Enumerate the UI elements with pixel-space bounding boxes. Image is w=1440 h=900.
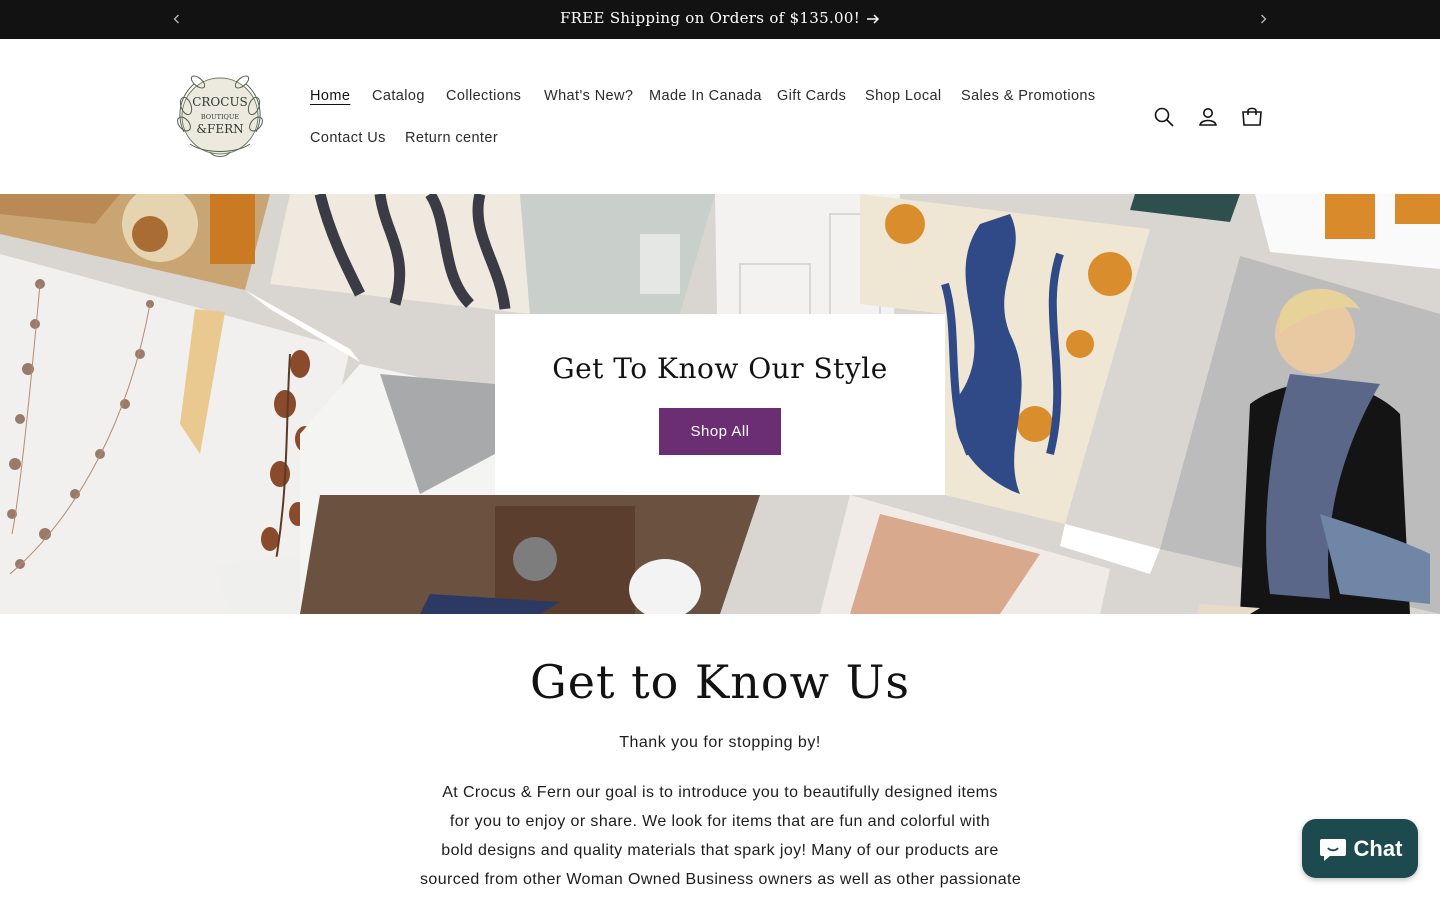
nav-gift-cards[interactable]: Gift Cards bbox=[777, 88, 846, 104]
announcement-next-button[interactable] bbox=[1252, 8, 1274, 30]
nav-return-center[interactable]: Return center bbox=[405, 130, 498, 146]
about-intro: Thank you for stopping by! bbox=[619, 734, 821, 751]
nav-made-in-canada[interactable]: Made In Canada bbox=[649, 88, 762, 104]
chat-label: Chat bbox=[1353, 835, 1403, 861]
hero-card: Get To Know Our Style Shop All bbox=[495, 314, 945, 495]
site-header: CROCUS BOUTIQUE &FERN Home Catalog Colle… bbox=[0, 39, 1440, 194]
logo-text-crocus: CROCUS bbox=[192, 95, 248, 109]
store-logo[interactable]: CROCUS BOUTIQUE &FERN bbox=[170, 72, 270, 160]
logo-text-fern: &FERN bbox=[196, 122, 243, 136]
search-button[interactable] bbox=[1152, 105, 1176, 129]
about-title: Get to Know Us bbox=[530, 655, 910, 709]
announcement-bar: FREE Shipping on Orders of $135.00! bbox=[0, 0, 1440, 39]
nav-contact-us[interactable]: Contact Us bbox=[310, 130, 386, 146]
account-button[interactable] bbox=[1196, 105, 1220, 129]
hero-banner: Get To Know Our Style Shop All bbox=[0, 194, 1440, 614]
hero-title: Get To Know Our Style bbox=[552, 352, 888, 385]
nav-sales-promotions[interactable]: Sales & Promotions bbox=[961, 88, 1096, 104]
chat-bubble-icon bbox=[1319, 838, 1346, 861]
nav-collections[interactable]: Collections bbox=[446, 88, 521, 104]
announcement-text: FREE Shipping on Orders of $135.00! bbox=[559, 9, 861, 27]
arrow-right-icon bbox=[867, 14, 880, 24]
about-line: for you to enjoy or share. We look for i… bbox=[449, 813, 991, 830]
chevron-right-icon bbox=[1261, 14, 1267, 24]
account-icon bbox=[1199, 108, 1217, 126]
cart-icon bbox=[1242, 107, 1262, 126]
about-body: At Crocus & Fern our goal is to introduc… bbox=[420, 778, 1022, 894]
about-line: sourced from other Woman Owned Business … bbox=[420, 871, 1022, 888]
search-icon bbox=[1154, 107, 1174, 127]
cart-button[interactable] bbox=[1240, 105, 1264, 129]
about-line: At Crocus & Fern our goal is to introduc… bbox=[442, 784, 998, 801]
logo-text-boutique: BOUTIQUE bbox=[201, 113, 239, 121]
announcement-link[interactable]: FREE Shipping on Orders of $135.00! bbox=[0, 9, 1440, 27]
nav-catalog[interactable]: Catalog bbox=[372, 88, 425, 104]
chat-button[interactable]: Chat bbox=[1302, 819, 1418, 878]
nav-home[interactable]: Home bbox=[310, 88, 350, 104]
shop-all-button[interactable]: Shop All bbox=[659, 408, 781, 455]
nav-whats-new[interactable]: What's New? bbox=[544, 88, 633, 104]
nav-shop-local[interactable]: Shop Local bbox=[865, 88, 942, 104]
about-line: bold designs and quality materials that … bbox=[441, 842, 999, 859]
